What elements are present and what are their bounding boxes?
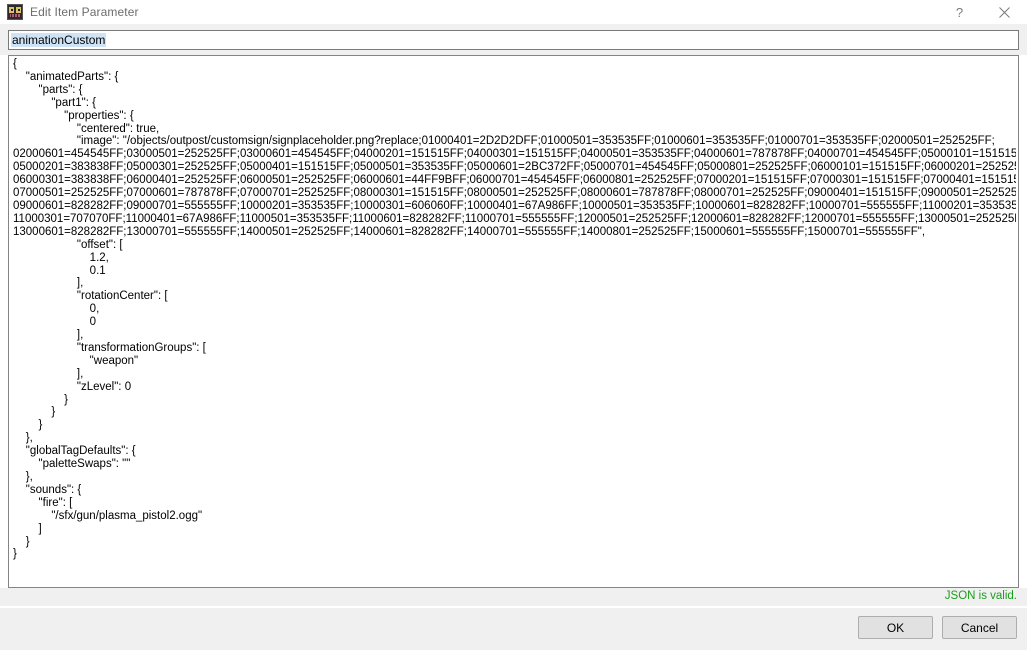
json-editor-line: "/sfx/gun/plasma_pistol2.ogg" [13, 509, 203, 522]
json-editor-line: } [13, 535, 30, 548]
json-editor-line: 06000301=383838FF;06000401=252525FF;0600… [13, 174, 1016, 187]
json-editor-line: 05000201=383838FF;05000301=252525FF;0500… [13, 161, 1016, 174]
json-editor-line: } [13, 419, 43, 432]
json-editor-line: 0.1 [13, 264, 106, 277]
cancel-button[interactable]: Cancel [942, 616, 1017, 639]
json-editor-line: "rotationCenter": [ [13, 290, 168, 303]
json-editor-line: } [13, 393, 68, 406]
json-editor-content[interactable]: { "animatedParts": { "parts": { "part1":… [13, 58, 1016, 587]
json-editor-line: "paletteSwaps": "" [13, 458, 131, 471]
help-button[interactable]: ? [937, 0, 982, 24]
json-editor-line: "weapon" [13, 354, 139, 367]
status-row: JSON is valid. [0, 588, 1027, 606]
parameter-name-input[interactable]: animationCustom [8, 30, 1019, 50]
json-editor-line: } [13, 548, 17, 561]
json-validity-status: JSON is valid. [944, 590, 1017, 602]
json-editor-line: 0 [13, 316, 97, 329]
parameter-name-row: animationCustom [0, 24, 1027, 55]
json-editor-line: 13000601=828282FF;13000701=555555FF;1400… [13, 225, 926, 238]
json-editor-line: "offset": [ [13, 238, 123, 251]
json-editor-line: "properties": { [13, 109, 134, 122]
json-editor-line: ] [13, 522, 42, 535]
dialog-footer: OK Cancel [0, 608, 1027, 650]
json-editor-line: 0, [13, 303, 100, 316]
parameter-name-value: animationCustom [11, 33, 107, 47]
json-editor-line: "zLevel": 0 [13, 380, 132, 393]
json-editor-line: ], [13, 367, 84, 380]
title-bar: Edit Item Parameter ? [0, 0, 1027, 24]
json-editor-line: "image": "/objects/outpost/customsign/si… [13, 135, 995, 148]
question-mark-icon: ? [955, 4, 964, 20]
json-editor-line: "globalTagDefaults": { [13, 445, 136, 458]
json-editor-line: "transformationGroups": [ [13, 341, 206, 354]
ok-button[interactable]: OK [858, 616, 933, 639]
app-icon [7, 4, 23, 20]
close-button[interactable] [982, 0, 1027, 24]
json-editor-line: 09000601=828282FF;09000701=555555FF;1000… [13, 199, 1016, 212]
json-editor-line: { [13, 58, 17, 70]
json-editor-line: 07000501=252525FF;07000601=787878FF;0700… [13, 187, 1016, 200]
json-editor[interactable]: { "animatedParts": { "parts": { "part1":… [8, 55, 1019, 588]
json-editor-line: "part1": { [13, 96, 96, 109]
json-editor-line: 11000301=707070FF;11000401=67A986FF;1100… [13, 212, 1016, 225]
json-editor-line: } [13, 406, 56, 419]
json-editor-line: "parts": { [13, 83, 83, 96]
json-editor-line: }, [13, 432, 33, 445]
json-editor-line: ], [13, 329, 84, 342]
json-editor-line: "centered": true, [13, 122, 160, 135]
close-icon [999, 6, 1010, 18]
json-editor-line: "fire": [ [13, 496, 73, 509]
json-editor-line: "animatedParts": { [13, 70, 119, 83]
json-editor-line: "sounds": { [13, 483, 82, 496]
json-editor-line: 1.2, [13, 251, 109, 264]
json-editor-line: ], [13, 277, 84, 290]
json-editor-line: }, [13, 471, 33, 483]
window-title: Edit Item Parameter [30, 5, 139, 19]
window-controls: ? [937, 0, 1027, 24]
json-editor-line: 02000601=454545FF;03000501=252525FF;0300… [13, 148, 1016, 161]
